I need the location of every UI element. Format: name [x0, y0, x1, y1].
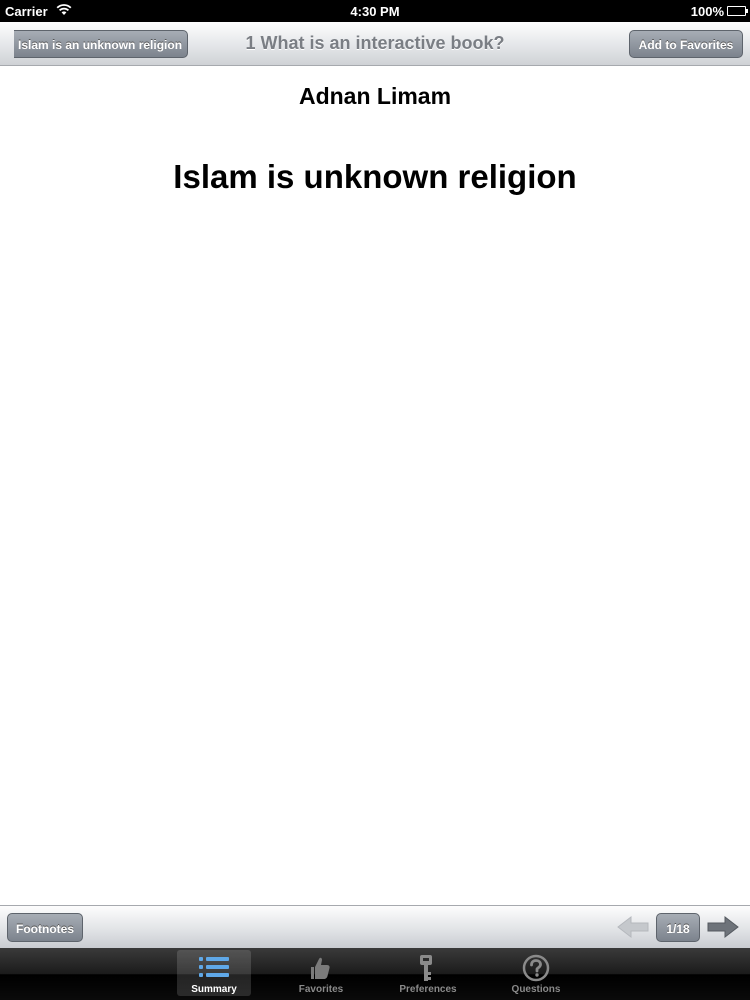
clock: 4:30 PM — [350, 4, 400, 19]
tab-questions-label: Questions — [511, 984, 561, 995]
add-to-favorites-button[interactable]: Add to Favorites — [629, 30, 743, 58]
back-button-label: Islam is an unknown religion — [18, 38, 183, 52]
thumbs-up-icon — [311, 957, 330, 979]
tab-favorites[interactable]: Favorites — [284, 950, 358, 996]
back-button[interactable]: Islam is an unknown religion — [14, 30, 188, 58]
author-name: Adnan Limam — [298, 83, 452, 109]
book-title: Islam is unknown religion — [173, 158, 577, 195]
tab-summary[interactable]: Summary — [177, 950, 251, 996]
tab-questions[interactable]: Questions — [499, 950, 573, 996]
previous-page-arrow-icon[interactable] — [616, 915, 650, 939]
footnotes-button[interactable]: Footnotes — [7, 913, 83, 942]
tab-bar: Summary Favorites Preferences Questions — [0, 948, 750, 1000]
bottom-toolbar: Footnotes 1/18 — [0, 905, 750, 948]
question-icon — [522, 954, 550, 982]
tab-preferences[interactable]: Preferences — [391, 950, 465, 996]
key-icon — [420, 955, 432, 981]
navigation-bar: Islam is an unknown religion 1 What is a… — [0, 22, 750, 66]
page-indicator: 1/18 — [656, 913, 700, 942]
list-icon — [199, 957, 229, 977]
tab-summary-label: Summary — [191, 984, 237, 995]
status-bar: Carrier 4:30 PM 100% — [0, 0, 750, 22]
battery-icon — [727, 6, 748, 16]
page-title: 1 What is an interactive book? — [245, 33, 505, 53]
next-page-arrow-icon[interactable] — [706, 915, 740, 939]
battery-percentage: 100% — [690, 4, 724, 19]
tab-preferences-label: Preferences — [399, 984, 457, 995]
tab-favorites-label: Favorites — [298, 984, 344, 995]
